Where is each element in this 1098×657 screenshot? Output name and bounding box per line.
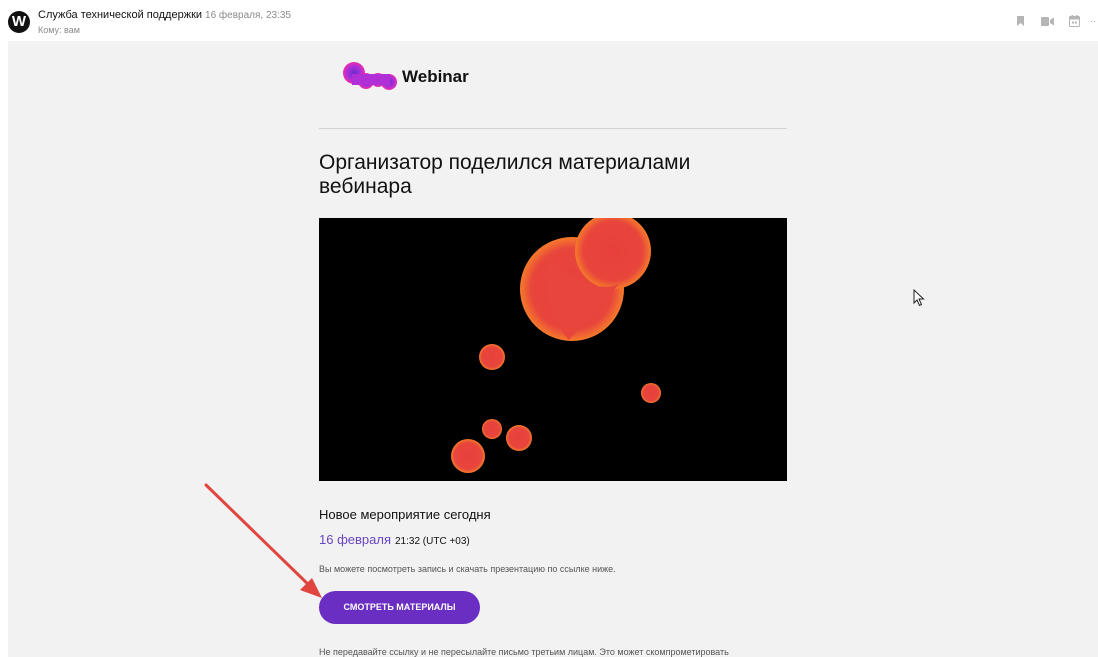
webinar-banner-image bbox=[319, 213, 787, 481]
video-icon bbox=[1040, 16, 1054, 26]
bookmark-icon bbox=[1016, 16, 1024, 26]
recipient-line[interactable]: Кому: вам bbox=[38, 25, 80, 35]
event-heading: Новое мероприятие сегодня bbox=[319, 507, 491, 522]
event-datetime: 16 февраля 21:32 (UTC +03) bbox=[319, 531, 470, 549]
bookmark-button[interactable] bbox=[1012, 13, 1028, 29]
calendar-button[interactable] bbox=[1066, 13, 1082, 29]
event-time: 21:32 (UTC +03) bbox=[395, 536, 470, 547]
banner-blobs-graphic bbox=[451, 213, 661, 473]
sender-line: Служба технической поддержки 16 февраля, … bbox=[38, 9, 291, 21]
message-header: W Служба технической поддержки 16 февраля… bbox=[0, 0, 1098, 40]
sender-name[interactable]: Служба технической поддержки bbox=[38, 9, 202, 21]
sender-avatar[interactable]: W bbox=[8, 11, 30, 33]
email-title: Организатор поделился материалами вебина… bbox=[319, 151, 691, 198]
security-warning: Не передавайте ссылку и не пересылайте п… bbox=[319, 647, 729, 657]
more-button[interactable]: ·· bbox=[1088, 13, 1098, 29]
logo-text: Webinar bbox=[402, 67, 469, 86]
message-date: 16 февраля, 23:35 bbox=[205, 10, 291, 21]
event-date: 16 февраля bbox=[319, 532, 391, 547]
webinar-logo[interactable]: Webinar bbox=[342, 61, 469, 93]
view-materials-button[interactable]: СМОТРЕТЬ МАТЕРИАЛЫ bbox=[319, 591, 480, 624]
materials-note: Вы можете посмотреть запись и скачать пр… bbox=[319, 564, 616, 574]
video-call-button[interactable] bbox=[1039, 13, 1055, 29]
webinar-logo-icon bbox=[343, 62, 397, 90]
email-body: Webinar Организатор поделился материалам… bbox=[8, 41, 1098, 657]
header-divider bbox=[319, 128, 787, 129]
calendar-icon bbox=[1068, 15, 1080, 27]
more-icon: ·· bbox=[1090, 16, 1096, 26]
message-toolbar: ·· bbox=[1001, 13, 1098, 29]
